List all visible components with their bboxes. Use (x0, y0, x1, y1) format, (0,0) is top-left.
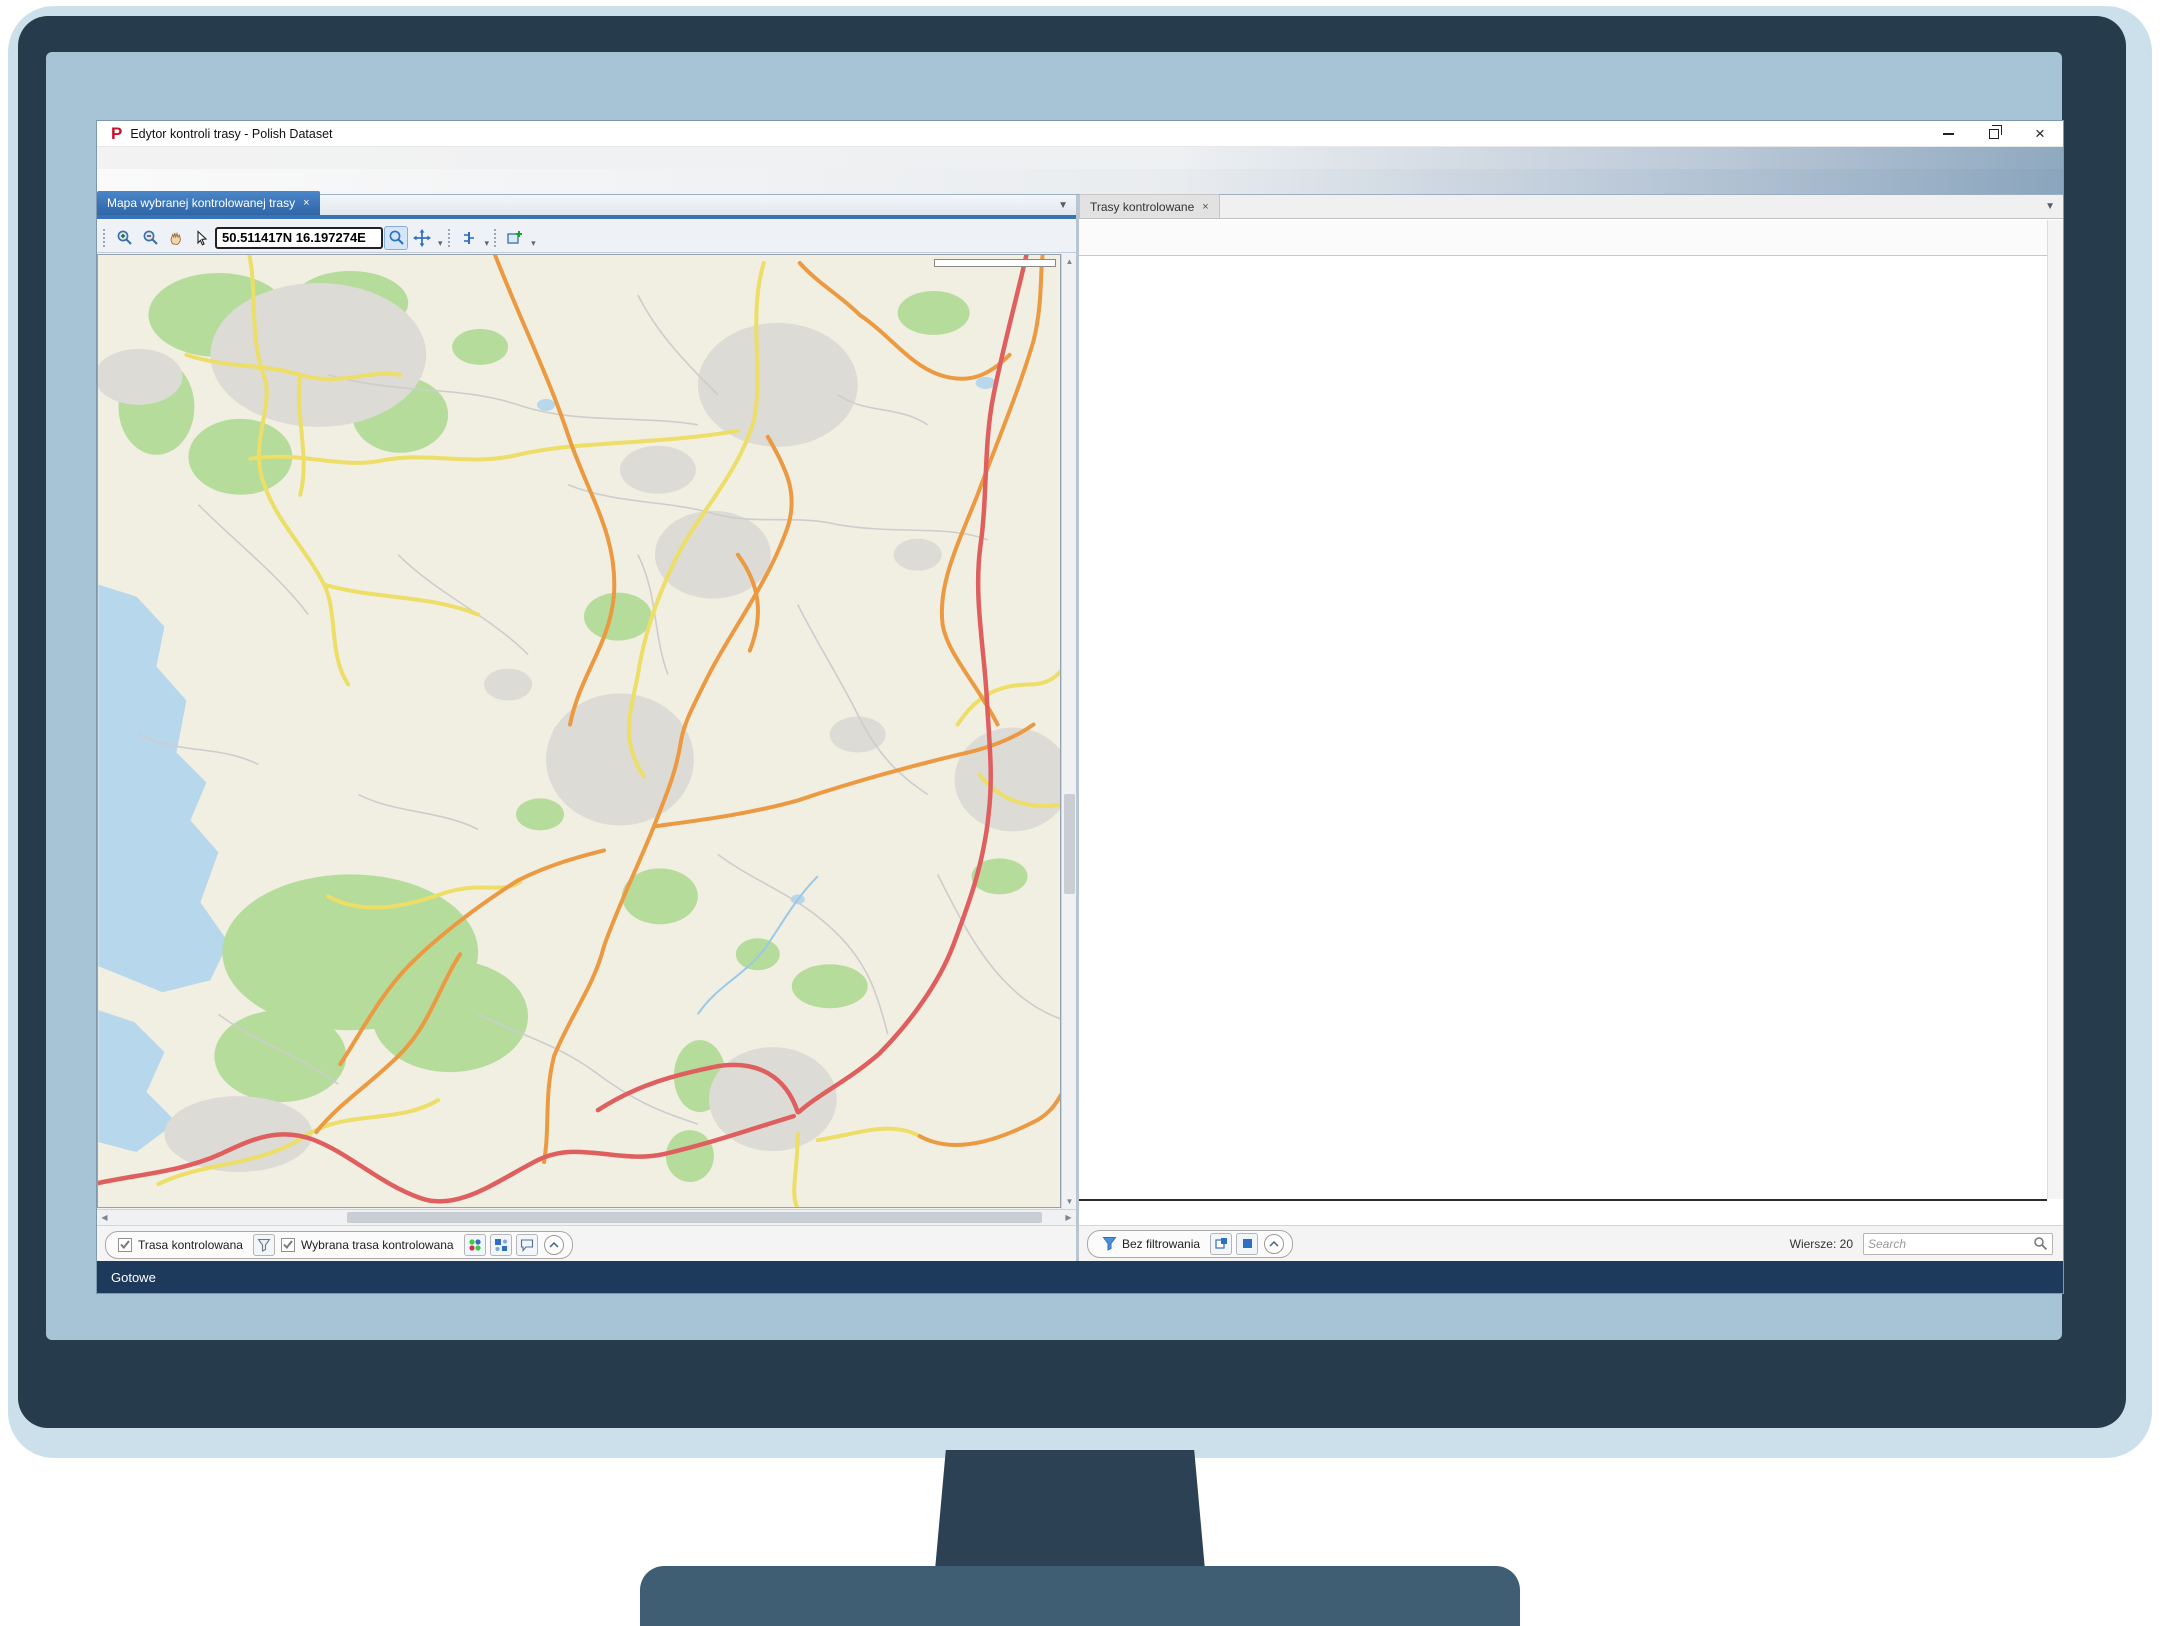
tab-list-dropdown-icon[interactable]: ▼ (2045, 201, 2055, 212)
restore-icon (1989, 129, 1999, 139)
tab-list-dropdown-icon[interactable]: ▼ (1058, 200, 1068, 211)
map-layer-toggles: Trasa kontrolowana Wybrana trasa kontrol… (105, 1231, 573, 1259)
color-points-button[interactable] (464, 1234, 486, 1256)
cluster-view-button[interactable] (490, 1234, 512, 1256)
filter-edit-button[interactable] (1210, 1233, 1232, 1255)
tab-close-icon[interactable]: × (1202, 201, 1208, 213)
colored-dots-icon (468, 1238, 482, 1252)
table-tabstrip: Trasy kontrolowane × ▼ (1079, 195, 2063, 219)
search-icon (2033, 1236, 2048, 1251)
toolbar-grip (448, 229, 452, 247)
tab-table-label: Trasy kontrolowane (1090, 200, 1194, 214)
map-panel: Mapa wybranej kontrolowanej trasy × ▼ (97, 195, 1076, 1261)
tab-map[interactable]: Mapa wybranej kontrolowanej trasy × (97, 191, 320, 215)
scroll-down-icon[interactable]: ▼ (1062, 1194, 1077, 1209)
route-profile-icon (461, 230, 477, 246)
map-vertical-scrollbar[interactable]: ▲ ▼ (1061, 254, 1076, 1209)
map-toolbar: ▾ ▾ ▾ (97, 223, 1076, 253)
zoom-out-icon (142, 229, 159, 246)
menu-bar (97, 147, 2063, 169)
route-filter-button[interactable] (253, 1234, 275, 1256)
route-profile-button[interactable] (457, 226, 481, 250)
table-header (1079, 220, 2047, 256)
map-labels-button[interactable] (516, 1234, 538, 1256)
collapse-filter-button[interactable] (1264, 1234, 1284, 1254)
pointer-button[interactable] (190, 226, 214, 250)
trasa-kontrolowana-checkbox[interactable] (118, 1238, 132, 1252)
magnifier-icon (388, 229, 405, 246)
minimize-icon (1943, 133, 1954, 135)
zoom-in-button[interactable] (112, 226, 136, 250)
hand-icon (168, 230, 184, 246)
map-tools-dropdown-icon[interactable]: ▾ (438, 238, 443, 252)
filter-apply-icon (1241, 1237, 1254, 1250)
map-canvas[interactable] (97, 254, 1061, 1208)
scroll-left-icon[interactable]: ◀ (97, 1210, 112, 1225)
table-scrollbar-gutter[interactable] (2047, 220, 2063, 1199)
wybrana-trasa-checkbox[interactable] (281, 1238, 295, 1252)
window-title: Edytor kontroli trasy - Polish Dataset (130, 127, 332, 141)
table-filter-bar: Bez filtrowania Wiersze: 20 (1079, 1225, 2063, 1261)
scroll-up-icon[interactable]: ▲ (1062, 254, 1077, 269)
close-button[interactable]: × (2017, 121, 2063, 146)
main-area: Mapa wybranej kontrolowanej trasy × ▼ (97, 195, 2063, 1261)
map-tabstrip: Mapa wybranej kontrolowanej trasy × ▼ (97, 195, 1076, 219)
vertical-scroll-thumb[interactable] (1064, 794, 1075, 894)
toolbar-grip (103, 229, 107, 247)
funnel-icon (1102, 1236, 1117, 1251)
add-view-icon (506, 229, 524, 247)
tab-close-icon[interactable]: × (303, 197, 309, 209)
zoom-in-icon (116, 229, 133, 246)
wybrana-trasa-label: Wybrana trasa kontrolowana (301, 1238, 454, 1252)
monitor-stand-neck (935, 1450, 1205, 1570)
toolbar-grip (494, 229, 498, 247)
speech-bubble-icon (520, 1238, 534, 1252)
scroll-right-icon[interactable]: ▶ (1061, 1210, 1076, 1225)
paragon-p-logo-icon: P (111, 124, 122, 144)
filter-status-group: Bez filtrowania (1087, 1230, 1293, 1258)
close-icon: × (2035, 125, 2045, 142)
table-body (1079, 256, 2047, 1199)
pan-mode-button[interactable] (410, 226, 434, 250)
filter-apply-button[interactable] (1236, 1233, 1258, 1255)
table-summary-row (1079, 1199, 2047, 1225)
filter-status-label: Bez filtrowania (1122, 1237, 1200, 1251)
rows-count-label: Wiersze: 20 (1790, 1237, 1853, 1251)
map-horizontal-scrollbar[interactable]: ◀ ▶ (97, 1209, 1076, 1224)
collapse-map-filter-button[interactable] (544, 1235, 564, 1255)
coordinates-input[interactable] (215, 227, 383, 249)
title-bar: P Edytor kontroli trasy - Polish Dataset… (97, 121, 2063, 147)
main-toolbar (97, 169, 2063, 195)
locate-button[interactable] (384, 226, 408, 250)
chevron-up-icon (1269, 1240, 1279, 1248)
tab-trasy-kontrolowane[interactable]: Trasy kontrolowane × (1079, 194, 1220, 218)
horizontal-scroll-thumb[interactable] (347, 1212, 1042, 1223)
search-box (1863, 1233, 2053, 1255)
add-view-dropdown-icon[interactable]: ▾ (531, 238, 536, 252)
filter-button[interactable] (1098, 1233, 1120, 1255)
minimize-button[interactable] (1925, 121, 1971, 146)
map-filter-bar: Trasa kontrolowana Wybrana trasa kontrol… (97, 1225, 1076, 1263)
zoom-out-button[interactable] (138, 226, 162, 250)
status-text: Gotowe (97, 1270, 156, 1285)
blue-squares-icon (494, 1238, 508, 1252)
add-map-view-button[interactable] (503, 226, 527, 250)
route-profile-dropdown-icon[interactable]: ▾ (485, 238, 490, 252)
funnel-icon (257, 1238, 271, 1252)
filter-edit-icon (1215, 1237, 1228, 1250)
restore-button[interactable] (1971, 121, 2017, 146)
map-legend (934, 259, 1056, 267)
status-bar: Gotowe (97, 1261, 2063, 1293)
search-input[interactable] (1868, 1237, 2033, 1251)
trasa-kontrolowana-label: Trasa kontrolowana (138, 1238, 243, 1252)
table-panel: Trasy kontrolowane × ▼ Bez filtrowania (1079, 195, 2063, 1261)
monitor-stand-base (640, 1566, 1520, 1626)
four-way-arrows-icon (413, 229, 431, 247)
cursor-icon (194, 230, 210, 246)
pan-hand-button[interactable] (164, 226, 188, 250)
app-window: P Edytor kontroli trasy - Polish Dataset… (96, 120, 2064, 1294)
chevron-up-icon (549, 1241, 559, 1249)
tab-map-label: Mapa wybranej kontrolowanej trasy (107, 196, 295, 210)
